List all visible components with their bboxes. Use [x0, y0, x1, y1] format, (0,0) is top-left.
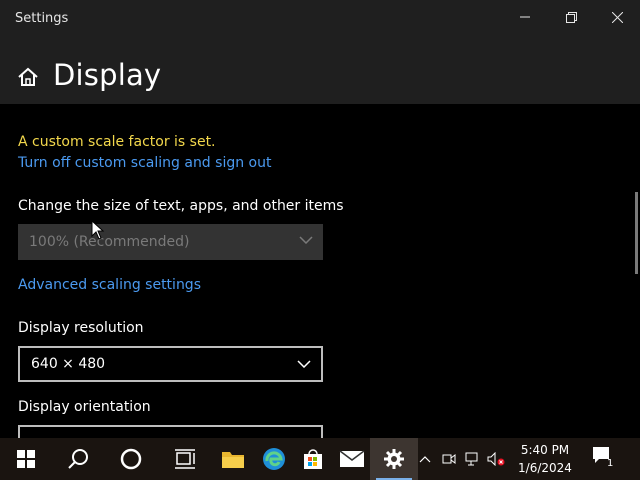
task-view-icon	[175, 449, 195, 469]
chevron-up-icon	[419, 456, 431, 463]
meet-now-icon	[442, 454, 456, 464]
edge-browser-icon	[263, 448, 285, 470]
close-button[interactable]	[594, 0, 640, 34]
task-view-button[interactable]	[161, 438, 209, 480]
search-icon	[68, 449, 88, 469]
scrollbar-thumb[interactable]	[635, 192, 638, 274]
minimize-button[interactable]	[502, 0, 548, 34]
chevron-down-icon	[297, 360, 311, 368]
mail-button[interactable]	[328, 438, 376, 480]
chevron-down-icon	[299, 236, 313, 244]
resolution-dropdown[interactable]: 640 × 480	[18, 346, 323, 382]
advanced-scaling-link[interactable]: Advanced scaling settings	[18, 277, 201, 293]
volume-muted-icon	[487, 452, 505, 466]
show-hidden-icons-button[interactable]	[416, 450, 434, 468]
scale-dropdown-value: 100% (Recommended)	[29, 234, 190, 250]
minimize-icon	[520, 16, 530, 18]
store-bag-icon	[304, 449, 322, 469]
cortana-circle-icon	[120, 448, 142, 470]
settings-taskbar-button[interactable]	[370, 438, 418, 480]
taskbar: 5:40 PM 1/6/2024 1	[0, 438, 640, 480]
restore-icon	[565, 11, 577, 23]
app-title: Settings	[15, 11, 69, 26]
clock-date: 1/6/2024	[518, 461, 572, 475]
tray-app-button[interactable]	[440, 450, 458, 468]
orientation-dropdown[interactable]	[18, 425, 323, 438]
network-button[interactable]	[464, 450, 482, 468]
home-icon[interactable]	[17, 67, 39, 91]
close-icon	[611, 11, 623, 23]
page-header: Display	[0, 38, 640, 104]
title-bar: Settings	[0, 0, 640, 38]
scale-dropdown: 100% (Recommended)	[18, 224, 323, 260]
gear-icon	[384, 449, 404, 469]
turn-off-scaling-link[interactable]: Turn off custom scaling and sign out	[18, 155, 271, 171]
orientation-label: Display orientation	[18, 399, 151, 415]
resolution-label: Display resolution	[18, 320, 144, 336]
settings-content: A custom scale factor is set. Turn off c…	[0, 104, 640, 438]
search-button[interactable]	[54, 438, 102, 480]
volume-button[interactable]	[487, 450, 505, 468]
restore-button[interactable]	[548, 0, 594, 34]
clock-time: 5:40 PM	[520, 443, 570, 457]
resolution-dropdown-value: 640 × 480	[31, 356, 106, 372]
start-button[interactable]	[2, 438, 50, 480]
mouse-cursor-icon	[91, 220, 105, 240]
mail-envelope-icon	[339, 450, 365, 467]
folder-icon	[222, 452, 244, 468]
page-title: Display	[53, 58, 162, 92]
size-label: Change the size of text, apps, and other…	[18, 198, 344, 214]
notification-count: 1	[607, 458, 614, 469]
custom-scale-warning: A custom scale factor is set.	[18, 134, 216, 150]
taskbar-clock[interactable]: 5:40 PM 1/6/2024	[510, 441, 580, 477]
windows-logo-icon	[17, 450, 35, 468]
cortana-button[interactable]	[107, 438, 155, 480]
network-icon	[465, 452, 478, 466]
